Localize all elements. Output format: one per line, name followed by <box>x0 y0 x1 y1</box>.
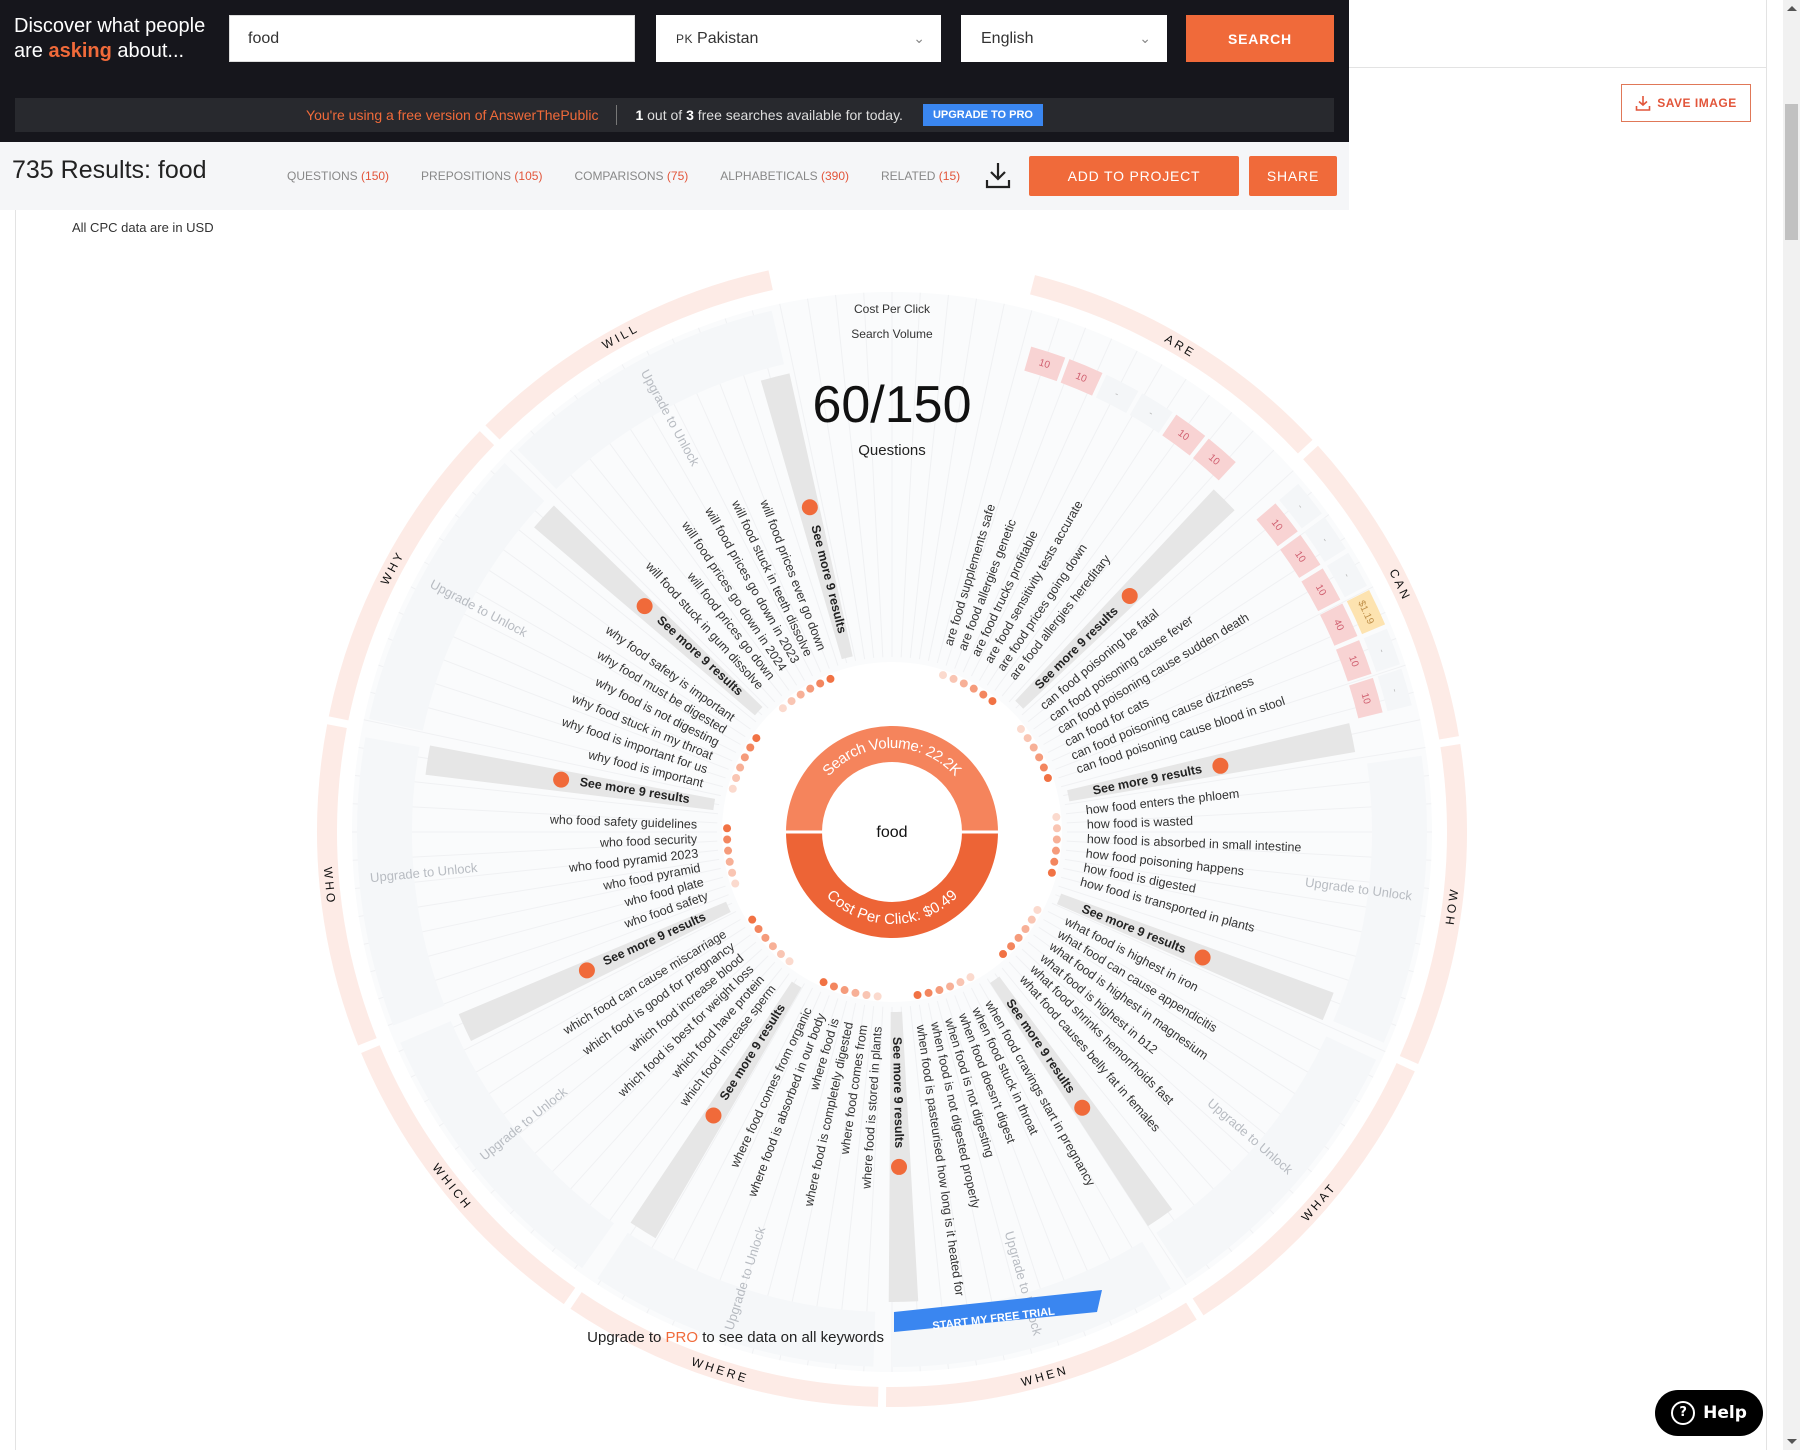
volume-dot <box>1047 868 1056 877</box>
volume-dot <box>949 674 958 683</box>
scroll-up-arrow[interactable] <box>1787 6 1797 11</box>
question-count-label: Questions <box>858 442 926 459</box>
volume-dot <box>754 924 763 933</box>
volume-dot <box>959 679 968 688</box>
volume-dot <box>1050 857 1059 866</box>
volume-dot <box>728 784 737 793</box>
volume-dot <box>956 978 965 987</box>
volume-dot <box>746 743 755 752</box>
volume-dot <box>806 684 815 693</box>
volume-dot <box>1007 942 1016 951</box>
volume-dot <box>752 734 761 743</box>
volume-dot <box>740 753 749 762</box>
volume-dot <box>732 774 741 783</box>
help-button[interactable]: ? Help <box>1655 1390 1763 1436</box>
volume-dot <box>723 824 732 833</box>
volume-dot <box>1027 915 1036 924</box>
volume-dot <box>1051 846 1060 855</box>
volume-dot <box>725 857 734 866</box>
volume-dot <box>1021 924 1030 933</box>
volume-dot <box>728 868 737 877</box>
chevron-circle-icon[interactable] <box>891 1158 908 1175</box>
wheel-center: Search Volume: 22.2KCost Per Click: $0.4… <box>786 726 998 938</box>
volume-dot <box>829 982 838 991</box>
volume-dot <box>778 704 787 713</box>
volume-dot <box>1033 905 1042 914</box>
upgrade-pro-text: Upgrade to PRO to see data on all keywor… <box>587 1329 884 1346</box>
chevron-circle-icon[interactable] <box>636 598 653 615</box>
center-keyword: food <box>876 824 907 841</box>
question-wheel: ARECANHOWWHATWHENWHEREWHICHWHOWHYWILL ar… <box>316 270 1467 1407</box>
chevron-circle-icon[interactable] <box>801 499 818 516</box>
volume-dot <box>1023 734 1032 743</box>
help-label: Help <box>1703 1403 1747 1423</box>
volume-dot <box>840 986 849 995</box>
volume-dot <box>826 674 835 683</box>
volume-dot <box>723 835 732 844</box>
chevron-circle-icon[interactable] <box>553 771 570 788</box>
volume-dot <box>776 950 785 959</box>
volume-dot <box>938 671 947 680</box>
chevron-circle-icon[interactable] <box>705 1107 722 1124</box>
category-label-what: WHAT <box>1299 1180 1340 1224</box>
volume-dot <box>736 763 745 772</box>
help-icon: ? <box>1671 1401 1696 1425</box>
volume-dot <box>1052 824 1061 833</box>
volume-dot <box>787 697 796 706</box>
volume-dot <box>1039 763 1048 772</box>
volume-dot <box>819 978 828 987</box>
volume-dot <box>1029 743 1038 752</box>
category-label-which: WHICH <box>429 1161 475 1213</box>
volume-dot <box>969 684 978 693</box>
volume-dot <box>816 679 825 688</box>
category-label-where: WHERE <box>690 1355 751 1386</box>
chevron-circle-icon[interactable] <box>578 962 595 979</box>
chevron-circle-icon[interactable] <box>1121 587 1138 604</box>
volume-dot <box>1043 774 1052 783</box>
chevron-circle-icon[interactable] <box>1074 1099 1091 1116</box>
volume-dot <box>873 992 882 1001</box>
see-more-link[interactable]: See more 9 results <box>890 1037 906 1148</box>
volume-dot <box>768 942 777 951</box>
scrollbar[interactable] <box>1783 0 1800 1450</box>
scroll-down-arrow[interactable] <box>1787 1439 1797 1444</box>
volume-dot <box>1014 933 1023 942</box>
volume-dot <box>979 690 988 699</box>
scroll-thumb[interactable] <box>1785 104 1798 240</box>
volume-dot <box>851 988 860 997</box>
volume-dot <box>748 915 757 924</box>
volume-dot <box>1035 753 1044 762</box>
volume-dot <box>999 950 1008 959</box>
volume-dot <box>1052 813 1061 822</box>
chevron-circle-icon[interactable] <box>1194 949 1211 966</box>
volume-dot <box>988 697 997 706</box>
volume-dot <box>1052 835 1061 844</box>
volume-dot <box>913 991 922 1000</box>
volume-dot <box>796 690 805 699</box>
volume-dot <box>785 957 794 966</box>
volume-dot <box>862 991 871 1000</box>
volume-dot <box>935 986 944 995</box>
chevron-circle-icon[interactable] <box>1212 757 1229 774</box>
legend-search-volume: Search Volume <box>851 327 933 341</box>
volume-dot <box>761 933 770 942</box>
legend-cost-per-click: Cost Per Click <box>854 302 931 316</box>
volume-dot <box>731 879 740 888</box>
volume-dot <box>966 973 975 982</box>
volume-dot <box>924 988 933 997</box>
volume-dot <box>1016 725 1025 734</box>
volume-dot <box>724 846 733 855</box>
volume-dot <box>946 982 955 991</box>
question-count: 60/150 <box>812 376 971 434</box>
